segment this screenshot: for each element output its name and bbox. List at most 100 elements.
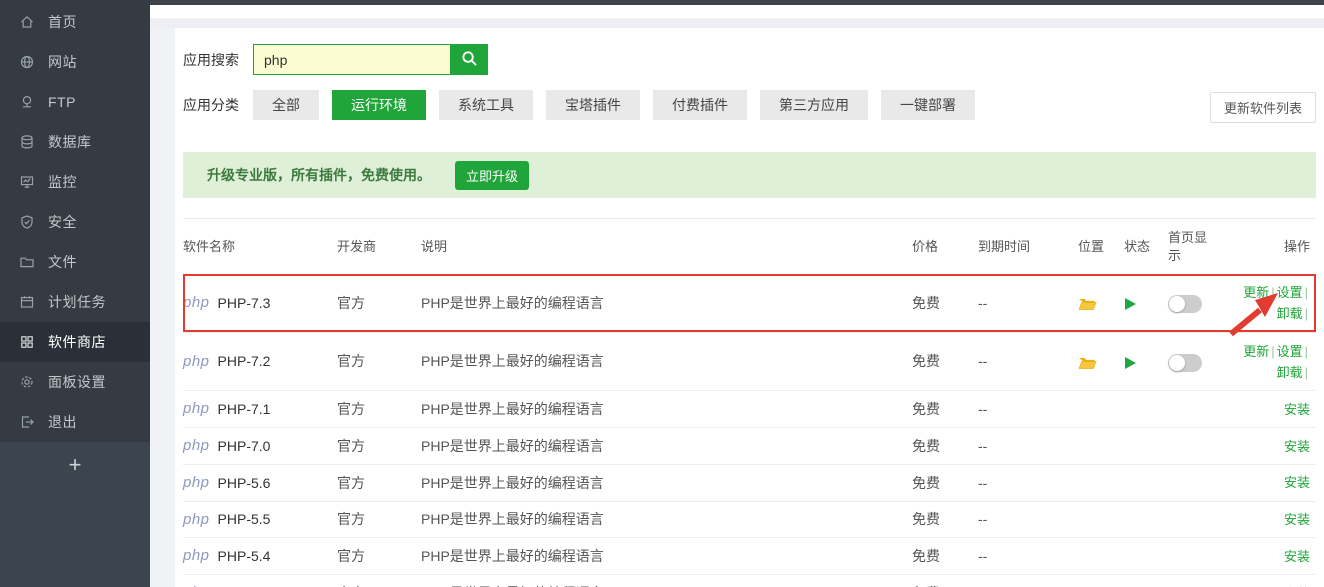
software-name-cell: phpPHP-7.3 — [183, 274, 337, 332]
software-name-cell: phpPHP-7.0 — [183, 428, 337, 465]
price-cell: 免费 — [912, 391, 978, 428]
sidebar: 首页网站 FTP 数据库监控安全文件计划任务软件商店面板设置退出 + — [0, 0, 150, 587]
action-link-2[interactable]: 设置 — [1277, 344, 1303, 359]
sidebar-item-logout[interactable]: 退出 — [0, 402, 150, 442]
location-cell — [1078, 274, 1124, 332]
action-link-1[interactable]: 安装 — [1284, 402, 1310, 417]
software-name-cell: phpPHP-5.5 — [183, 501, 337, 538]
service-running-icon[interactable] — [1124, 353, 1137, 369]
upgrade-now-button[interactable]: 立即升级 — [455, 161, 529, 190]
update-software-list-button[interactable]: 更新软件列表 — [1210, 92, 1316, 123]
action-link-3[interactable]: 卸载 — [1277, 306, 1303, 321]
category-tab[interactable]: 付费插件 — [653, 90, 747, 120]
column-header: 开发商 — [337, 219, 421, 275]
home-show-toggle[interactable] — [1168, 354, 1202, 372]
software-store-card: 应用搜索 应用分类 全部运行环境系统工具宝塔插件付费插件第三方应用一键部署 更新… — [175, 28, 1324, 587]
php-logo: php — [183, 351, 210, 373]
ftp-icon — [19, 94, 35, 110]
logout-icon — [19, 414, 35, 430]
sidebar-item-monitor[interactable]: 监控 — [0, 162, 150, 202]
actions-cell: 安装 — [1220, 464, 1316, 501]
category-row: 应用分类 全部运行环境系统工具宝塔插件付费插件第三方应用一键部署 更新软件列表 — [183, 90, 1316, 120]
description-cell: PHP是世界上最好的编程语言 — [421, 391, 912, 428]
action-link-1[interactable]: 更新 — [1243, 344, 1269, 359]
grid-icon — [19, 334, 35, 350]
table-body: phpPHP-7.3官方PHP是世界上最好的编程语言免费--更新|设置|卸载|p… — [183, 274, 1316, 587]
sidebar-item-label: 安全 — [48, 212, 77, 232]
software-name: PHP-7.3 — [218, 293, 271, 313]
category-tab[interactable]: 运行环境 — [332, 90, 426, 120]
sidebar-item-gear[interactable]: 面板设置 — [0, 362, 150, 402]
gear-icon — [19, 374, 35, 390]
php-logo: php — [183, 398, 210, 420]
home-show-cell — [1168, 332, 1220, 391]
location-cell — [1078, 464, 1124, 501]
toggle-knob — [1169, 296, 1185, 312]
vendor-cell: 官方 — [337, 274, 421, 332]
sidebar-item-label: 网站 — [48, 52, 77, 72]
sidebar-item-label: 监控 — [48, 172, 77, 192]
table-row: phpPHP-5.4官方PHP是世界上最好的编程语言免费--安装 — [183, 538, 1316, 575]
price-cell: 免费 — [912, 428, 978, 465]
sidebar-item-home[interactable]: 首页 — [0, 2, 150, 42]
action-separator: | — [1303, 344, 1310, 359]
status-cell — [1124, 538, 1168, 575]
action-link-1[interactable]: 安装 — [1284, 512, 1310, 527]
vendor-cell: 官方 — [337, 428, 421, 465]
sidebar-item-label: FTP — [48, 94, 76, 110]
status-cell — [1124, 501, 1168, 538]
action-link-1[interactable]: 安装 — [1284, 439, 1310, 454]
app-search-input[interactable] — [253, 44, 450, 75]
software-name: PHP-5.4 — [218, 546, 271, 566]
status-cell — [1124, 332, 1168, 391]
sidebar-item-calendar[interactable]: 计划任务 — [0, 282, 150, 322]
content-gutter — [150, 28, 175, 587]
action-link-3[interactable]: 卸载 — [1277, 365, 1303, 380]
open-folder-icon[interactable] — [1078, 353, 1097, 369]
action-link-1[interactable]: 安装 — [1284, 549, 1310, 564]
action-separator: | — [1303, 365, 1310, 380]
service-running-icon[interactable] — [1124, 295, 1137, 311]
category-label: 应用分类 — [183, 95, 253, 115]
status-cell — [1124, 274, 1168, 332]
action-link-1[interactable]: 更新 — [1243, 285, 1269, 300]
location-cell — [1078, 575, 1124, 587]
category-tab[interactable]: 一键部署 — [881, 90, 975, 120]
price-cell: 免费 — [912, 538, 978, 575]
vendor-cell: 官方 — [337, 501, 421, 538]
open-folder-icon[interactable] — [1078, 295, 1097, 311]
sidebar-item-label: 面板设置 — [48, 372, 106, 392]
category-tab[interactable]: 宝塔插件 — [546, 90, 640, 120]
sidebar-item-label: 计划任务 — [48, 292, 106, 312]
category-tab[interactable]: 第三方应用 — [760, 90, 868, 120]
php-logo: php — [183, 509, 210, 531]
category-tab[interactable]: 系统工具 — [439, 90, 533, 120]
actions-cell: 安装 — [1220, 391, 1316, 428]
action-link-2[interactable]: 设置 — [1277, 285, 1303, 300]
home-show-toggle[interactable] — [1168, 295, 1202, 313]
sidebar-item-folder[interactable]: 文件 — [0, 242, 150, 282]
location-cell — [1078, 538, 1124, 575]
expire-cell: -- — [978, 501, 1078, 538]
category-tab[interactable]: 全部 — [253, 90, 319, 120]
table-header-row: 软件名称开发商说明价格到期时间位置状态首页显示操作 — [183, 219, 1316, 275]
add-menu-button[interactable]: + — [0, 442, 150, 488]
calendar-icon — [19, 294, 35, 310]
category-buttons: 全部运行环境系统工具宝塔插件付费插件第三方应用一键部署 — [253, 90, 975, 120]
action-link-1[interactable]: 安装 — [1284, 475, 1310, 490]
expire-cell: -- — [978, 464, 1078, 501]
sidebar-item-ftp[interactable]: FTP — [0, 82, 150, 122]
software-name: PHP-5.6 — [218, 473, 271, 493]
php-logo: php — [183, 545, 210, 567]
php-logo: php — [183, 435, 210, 457]
description-cell: PHP是世界上最好的编程语言 — [421, 274, 912, 332]
sidebar-menu: 首页网站 FTP 数据库监控安全文件计划任务软件商店面板设置退出 — [0, 0, 150, 442]
column-header: 到期时间 — [978, 219, 1078, 275]
sidebar-item-grid[interactable]: 软件商店 — [0, 322, 150, 362]
sidebar-item-shield[interactable]: 安全 — [0, 202, 150, 242]
actions-cell: 更新|设置|卸载| — [1220, 332, 1316, 391]
search-button[interactable] — [450, 44, 488, 75]
sidebar-item-database[interactable]: 数据库 — [0, 122, 150, 162]
home-show-cell — [1168, 274, 1220, 332]
sidebar-item-globe[interactable]: 网站 — [0, 42, 150, 82]
